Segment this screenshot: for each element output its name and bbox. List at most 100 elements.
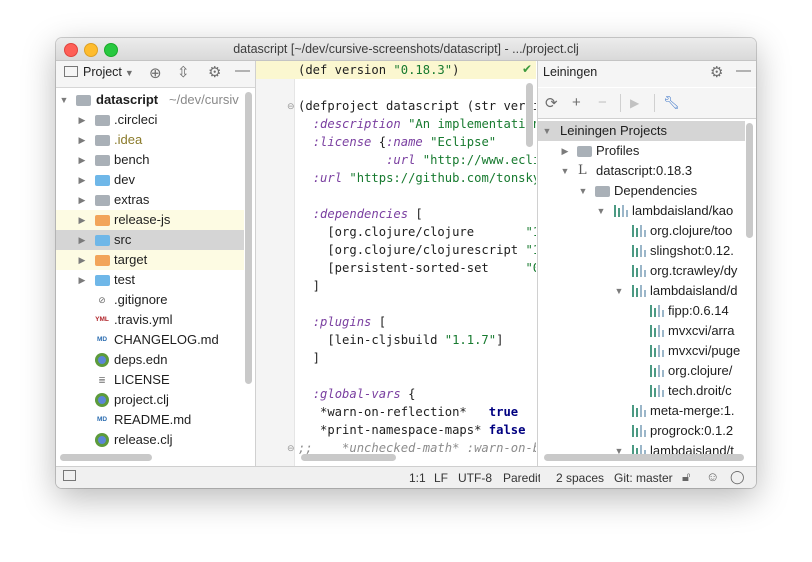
leiningen-vertical-scrollbar[interactable] xyxy=(746,123,753,238)
gear-icon[interactable]: ⚙ xyxy=(710,63,723,81)
tree-item[interactable]: ▶ target xyxy=(56,250,244,270)
wrench-icon[interactable]: 🔧︎ xyxy=(663,95,680,111)
refresh-icon[interactable]: ⟳ xyxy=(545,94,558,112)
lock-icon[interactable]: 🔓︎ xyxy=(682,469,690,485)
tree-item[interactable]: deps.edn xyxy=(56,350,244,370)
remove-icon[interactable]: − xyxy=(598,94,607,111)
dependency-node[interactable]: mvxcvi/puge xyxy=(538,341,745,361)
code-line[interactable]: *warn-on-reflection* true xyxy=(298,403,518,421)
tree-item[interactable]: MD README.md xyxy=(56,410,244,430)
fold-icon[interactable]: ⊖ xyxy=(287,101,295,112)
code-line[interactable]: [org.clojure/clojure "1. xyxy=(298,223,536,241)
tree-item[interactable]: ⊘ .gitignore xyxy=(56,290,244,310)
dependencies-node[interactable]: ▼ Dependencies xyxy=(538,181,745,201)
tree-item[interactable]: release.clj xyxy=(56,430,244,450)
dependency-node[interactable]: meta-merge:1. xyxy=(538,401,745,421)
tree-root[interactable]: ▼ datascript ~/dev/cursiv xyxy=(56,90,244,110)
inspector-icon[interactable]: ☺ xyxy=(706,469,719,484)
code-line[interactable]: ] xyxy=(298,349,320,367)
profiles-node[interactable]: ▶ Profiles xyxy=(538,141,745,161)
code-line[interactable]: :license {:name "Eclipse" xyxy=(298,133,496,151)
git-branch[interactable]: Git: master xyxy=(614,471,673,485)
dependency-node[interactable]: progrock:0.1.2 xyxy=(538,421,745,441)
run-icon[interactable]: ▶ xyxy=(630,96,639,110)
chevron-right-icon[interactable]: ▶ xyxy=(77,110,87,130)
tree-item[interactable]: ▶ .circleci xyxy=(56,110,244,130)
paredit-status[interactable]: Paredit xyxy=(503,471,540,485)
gear-icon[interactable]: ⚙ xyxy=(208,63,221,81)
dependency-node[interactable]: org.clojure/too xyxy=(538,221,745,241)
chevron-right-icon[interactable]: ▶ xyxy=(77,170,87,190)
tree-item[interactable]: MD CHANGELOG.md xyxy=(56,330,244,350)
add-icon[interactable]: + xyxy=(572,94,581,111)
fold-icon[interactable]: ⊖ xyxy=(287,443,295,454)
chevron-right-icon[interactable]: ▶ xyxy=(77,130,87,150)
chevron-right-icon[interactable]: ▶ xyxy=(77,210,87,230)
chevron-right-icon[interactable]: ▶ xyxy=(77,190,87,210)
code-line[interactable]: [lein-cljsbuild "1.1.7"] xyxy=(298,331,503,349)
collapse-all-icon[interactable]: ⇳ xyxy=(177,63,190,81)
tree-item[interactable]: ▶ dev xyxy=(56,170,244,190)
indent-setting[interactable]: 2 spaces xyxy=(556,471,604,485)
editor-horizontal-scrollbar[interactable] xyxy=(301,454,396,461)
file-encoding[interactable]: UTF-8 xyxy=(458,471,492,485)
tree-item[interactable]: ▶ .idea xyxy=(56,130,244,150)
code-line[interactable]: [org.clojure/clojurescript "1. xyxy=(298,241,536,259)
code-line[interactable]: *print-namespace-maps* false xyxy=(298,421,525,439)
tree-item[interactable]: YML .travis.yml xyxy=(56,310,244,330)
code-line[interactable]: :plugins [ xyxy=(298,313,386,331)
dependency-node[interactable]: ▼ lambdaisland/t xyxy=(538,441,745,455)
chevron-right-icon[interactable]: ▶ xyxy=(77,150,87,170)
chevron-right-icon[interactable]: ▶ xyxy=(560,141,570,161)
caret-position[interactable]: 1:1 xyxy=(409,471,426,485)
code-line[interactable]: [persistent-sorted-set "0. xyxy=(298,259,536,277)
chevron-right-icon[interactable]: ▶ xyxy=(77,250,87,270)
line-separator[interactable]: LF xyxy=(434,471,448,485)
chevron-right-icon[interactable]: ▶ xyxy=(77,230,87,250)
hide-panel-icon[interactable]: — xyxy=(736,62,751,79)
locate-icon[interactable]: ⊕ xyxy=(149,64,162,82)
chevron-down-icon[interactable]: ▼ xyxy=(560,161,570,181)
code-line[interactable]: ] xyxy=(298,277,320,295)
tool-windows-icon[interactable] xyxy=(63,470,76,481)
project-vertical-scrollbar[interactable] xyxy=(245,92,252,384)
tree-item[interactable]: ▶ src xyxy=(56,230,244,250)
code-line[interactable]: :description "An implementation xyxy=(298,115,536,133)
code-line[interactable]: :dependencies [ xyxy=(298,205,423,223)
code-editor[interactable]: (def version "0.18.3") (defproject datasc… xyxy=(256,61,536,466)
dependency-node[interactable]: ▼ lambdaisland/d xyxy=(538,281,745,301)
tree-item[interactable]: ▶ bench xyxy=(56,150,244,170)
event-log-icon[interactable]: ◯ xyxy=(730,469,745,485)
chevron-down-icon[interactable]: ▼ xyxy=(542,121,552,141)
dependency-node[interactable]: tech.droit/c xyxy=(538,381,745,401)
chevron-down-icon[interactable]: ▼ xyxy=(578,181,588,201)
chevron-down-icon[interactable]: ▼ xyxy=(614,281,624,301)
dependency-node[interactable]: org.clojure/ xyxy=(538,361,745,381)
code-line[interactable]: :url "https://github.com/tonsky/ xyxy=(298,169,536,187)
code-line[interactable]: (defproject datascript (str versio xyxy=(298,97,536,115)
dependency-node[interactable]: slingshot:0.12. xyxy=(538,241,745,261)
tree-item[interactable]: ▶ extras xyxy=(56,190,244,210)
chevron-down-icon[interactable]: ▼ xyxy=(59,90,69,110)
code-line[interactable]: (def version "0.18.3") xyxy=(298,61,459,79)
dependency-node[interactable]: ▼ lambdaisland/kao xyxy=(538,201,745,221)
tree-item[interactable]: ▶ test xyxy=(56,270,244,290)
project-view-selector[interactable]: Project ▼ xyxy=(64,65,134,79)
chevron-right-icon[interactable]: ▶ xyxy=(77,270,87,290)
code-line[interactable]: :url "http://www.eclip xyxy=(298,151,536,169)
tree-item[interactable]: project.clj xyxy=(56,390,244,410)
tree-item[interactable]: ▶ release-js xyxy=(56,210,244,230)
chevron-down-icon[interactable]: ▼ xyxy=(614,441,624,455)
dependency-node[interactable]: fipp:0.6.14 xyxy=(538,301,745,321)
tree-item[interactable]: ≣ LICENSE xyxy=(56,370,244,390)
hide-panel-icon[interactable]: — xyxy=(235,62,250,79)
code-line[interactable]: :global-vars { xyxy=(298,385,416,403)
project-horizontal-scrollbar[interactable] xyxy=(60,454,152,461)
chevron-down-icon[interactable]: ▼ xyxy=(596,201,606,221)
leiningen-horizontal-scrollbar[interactable] xyxy=(544,454,744,461)
leiningen-projects-root[interactable]: ▼ Leiningen Projects xyxy=(538,121,745,141)
dependency-node[interactable]: mvxcvi/arra xyxy=(538,321,745,341)
editor-vertical-scrollbar[interactable] xyxy=(526,83,533,147)
inspection-ok-icon[interactable]: ✔ xyxy=(522,62,532,76)
project-node[interactable]: ▼ L datascript:0.18.3 xyxy=(538,161,745,181)
